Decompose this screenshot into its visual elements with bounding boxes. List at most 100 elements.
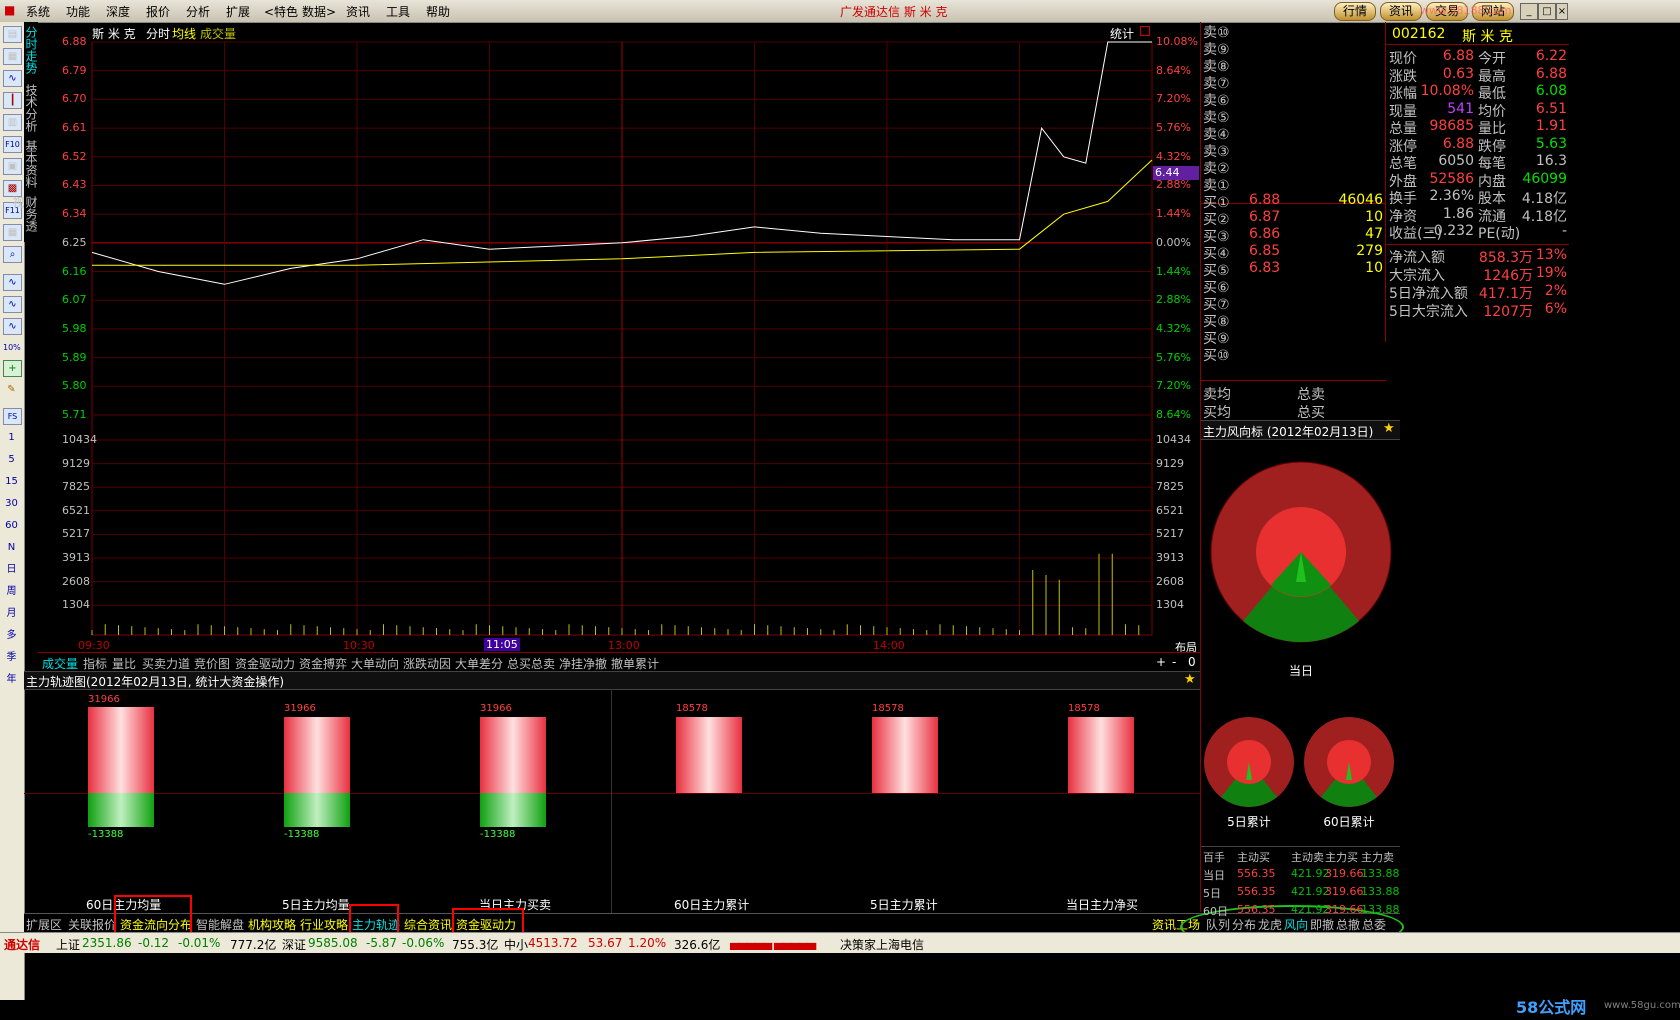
star-icon[interactable]: ★ xyxy=(1184,672,1196,687)
tab-smart[interactable]: 智能解盘 xyxy=(196,916,244,933)
tab-fundamentals[interactable]: 基本资料 xyxy=(24,140,38,188)
period-month[interactable]: 月 xyxy=(3,606,20,621)
watermark: www.58188.com xyxy=(1420,4,1512,17)
chart-icon[interactable]: ∿ xyxy=(3,318,22,335)
fs-button[interactable]: FS xyxy=(3,408,22,425)
volume-tick: 6521 xyxy=(62,503,90,517)
info-button[interactable]: 资讯 xyxy=(1380,2,1423,21)
intraday-chart[interactable]: 斯 米 克 分时 均线 成交量 统计 6.88 10.08% 6.79 8.64% 6.… xyxy=(38,22,1200,654)
tab-vol-ratio[interactable]: 量比 xyxy=(112,655,136,672)
tab-industry[interactable]: 行业攻略 xyxy=(300,916,348,933)
tool-icon[interactable]: ▦ xyxy=(3,48,22,65)
tab-indicator[interactable]: 指标 xyxy=(83,655,107,672)
period-30[interactable]: 30 xyxy=(3,496,20,511)
price-tick: 5.80 xyxy=(62,379,87,393)
menu-item[interactable]: 功能 xyxy=(66,3,90,20)
period-day[interactable]: 日 xyxy=(3,562,20,577)
menu-item[interactable]: 帮助 xyxy=(426,3,450,20)
bar-label: 5日主力累计 xyxy=(870,898,938,912)
tab-buysell-force[interactable]: 买卖力道 xyxy=(142,655,190,672)
tab-big-diff[interactable]: 大单差分 xyxy=(455,655,503,672)
close-icon[interactable]: × xyxy=(1556,3,1568,20)
tab-inst[interactable]: 机构攻略 xyxy=(248,916,296,933)
mini-cell: 319.66 xyxy=(1325,885,1364,898)
pct-tick: 4.32% xyxy=(1156,321,1191,335)
zx-value[interactable]: 4513.72 xyxy=(528,936,578,950)
tab-big-order[interactable]: 大单动向 xyxy=(351,655,399,672)
bar-top-value: 31966 xyxy=(88,694,120,705)
menu-item[interactable]: 扩展 xyxy=(226,3,250,20)
menu-item[interactable]: 系统 xyxy=(26,3,50,20)
tab-change-cause[interactable]: 涨跌动因 xyxy=(403,655,451,672)
chart-canvas xyxy=(91,41,1153,636)
quote-button[interactable]: 行情 xyxy=(1334,2,1377,21)
zoom-in-button[interactable]: + xyxy=(1156,655,1166,669)
tab-auction[interactable]: 竞价图 xyxy=(194,655,230,672)
app-icon[interactable]: ■ xyxy=(4,3,15,17)
buy-volume: 10 xyxy=(1365,209,1383,225)
period-season[interactable]: 季 xyxy=(3,650,20,665)
chart-icon[interactable]: ∿ xyxy=(3,274,22,291)
tab-intraday[interactable]: 分时走势 xyxy=(24,26,38,74)
mini-bars-icon: ▄▄▄▄▄ ▄▄▄▄▄ xyxy=(730,936,816,950)
wind-5d-label: 5日累计 xyxy=(1227,815,1271,829)
tab-capital-game[interactable]: 资金搏弈 xyxy=(299,655,347,672)
table-icon[interactable]: ▥ xyxy=(3,114,22,131)
period-n[interactable]: N xyxy=(3,540,20,555)
menu-item[interactable]: 分析 xyxy=(186,3,210,20)
price-tick: 6.34 xyxy=(62,207,87,221)
buy-volume: 10 xyxy=(1365,260,1383,276)
search-icon[interactable]: ⌕ xyxy=(3,246,22,263)
tab-cancel-sum[interactable]: 撤单累计 xyxy=(611,655,659,672)
period-5[interactable]: 5 xyxy=(3,452,20,467)
minimize-icon[interactable]: _ xyxy=(1520,3,1538,20)
tool-icon[interactable]: ▤ xyxy=(3,26,22,43)
period-60[interactable]: 60 xyxy=(3,518,20,533)
line-chart-icon[interactable]: ∿ xyxy=(3,70,22,87)
reset-button[interactable]: 0 xyxy=(1188,655,1196,669)
menu-item[interactable]: 报价 xyxy=(146,3,170,20)
pen-icon[interactable]: ✎ xyxy=(3,382,20,397)
star-icon[interactable]: ★ xyxy=(1383,421,1395,436)
sh-value[interactable]: 2351.86 xyxy=(82,936,132,950)
menu-item[interactable]: 数据> xyxy=(302,3,336,20)
wind-header: 主力风向标 (2012年02月13日) ★ xyxy=(1201,420,1400,440)
candle-icon[interactable]: ┃ xyxy=(3,92,22,109)
plus-icon[interactable]: + xyxy=(3,360,22,377)
sz-value[interactable]: 9585.08 xyxy=(308,936,358,950)
period-multi[interactable]: 多 xyxy=(3,628,20,643)
tab-technical[interactable]: 技术分析 xyxy=(24,84,38,132)
price-tick: 6.25 xyxy=(62,235,87,249)
tab-volume[interactable]: 成交量 xyxy=(42,655,78,672)
menu-item[interactable]: 深度 xyxy=(106,3,130,20)
tab-capital-drive[interactable]: 资金驱动力 xyxy=(235,655,295,672)
grid-icon[interactable]: ▦ xyxy=(3,224,22,241)
chart-icon[interactable]: ∿ xyxy=(3,296,22,313)
doc-icon[interactable]: ▣ xyxy=(3,158,22,175)
tab-expand[interactable]: 扩展区 xyxy=(26,916,62,933)
menu-item[interactable]: <特色 xyxy=(264,3,298,20)
period-15[interactable]: 15 xyxy=(3,474,20,489)
mini-table: 百手 主动买 主动卖 主力买 主力卖 当日 556.35 421.92 319.66 133.88… xyxy=(1201,846,1400,918)
pct-tick: 4.32% xyxy=(1156,149,1191,163)
zoom-out-button[interactable]: - xyxy=(1172,655,1176,669)
quote-cell: 46099 xyxy=(1522,170,1567,187)
sz-pct: -0.06% xyxy=(402,936,445,950)
f10-icon[interactable]: F10 xyxy=(3,136,22,153)
restore-icon[interactable]: □ xyxy=(1538,3,1556,20)
period-1[interactable]: 1 xyxy=(3,430,20,445)
tab-news[interactable]: 综合资讯 xyxy=(404,916,452,933)
menu-item[interactable]: 资讯 xyxy=(346,3,370,20)
period-week[interactable]: 周 xyxy=(3,584,20,599)
ten-percent-icon[interactable]: 10% xyxy=(3,340,21,355)
tab-financials[interactable]: 财务透视 xyxy=(11,196,38,242)
time-tick: 14:00 xyxy=(873,639,905,652)
tab-related-quote[interactable]: 关联报价 xyxy=(68,916,116,933)
tab-total-buysell[interactable]: 总买总卖 xyxy=(507,655,555,672)
tab-net-order[interactable]: 净挂净撤 xyxy=(559,655,607,672)
period-year[interactable]: 年 xyxy=(3,672,20,687)
time-tick: 09:30 xyxy=(78,639,110,652)
quote-cell: 6050 xyxy=(1438,153,1474,169)
calendar-icon[interactable]: ▩ xyxy=(3,180,22,197)
menu-item[interactable]: 工具 xyxy=(386,3,410,20)
